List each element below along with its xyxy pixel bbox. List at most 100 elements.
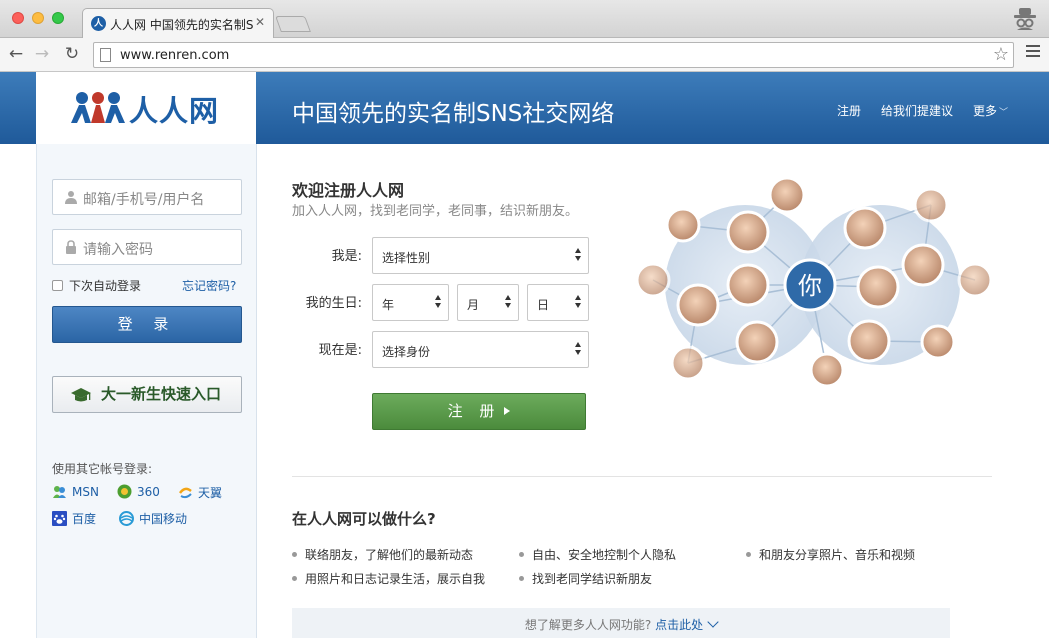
username-input[interactable]: 邮箱/手机号/用户名 [52, 179, 242, 215]
nav-more-label: 更多 [973, 104, 998, 118]
register-subtitle: 加入人人网，找到老同学，老同事，结识新朋友。 [292, 204, 579, 219]
identity-select-value: 选择身份 [382, 345, 431, 359]
learn-more-bar: 想了解更多人人网功能? 点击此处 [292, 608, 950, 638]
login-baidu[interactable]: 百度 [52, 510, 96, 527]
password-input[interactable]: 请输入密码 [52, 229, 242, 265]
logo-link[interactable]: 人人网 [36, 72, 256, 144]
tab-close-icon[interactable]: ✕ [255, 15, 265, 29]
chevron-down-icon[interactable] [707, 616, 719, 628]
birth-year-value: 年 [382, 298, 395, 312]
identity-select[interactable]: 选择身份 [372, 331, 589, 368]
feature-text: 和朋友分享照片、音乐和视频 [759, 548, 916, 562]
nav-suggest-link[interactable]: 给我们提建议 [881, 102, 953, 119]
incognito-icon [1014, 8, 1036, 30]
minimize-window-button[interactable] [32, 12, 44, 24]
remember-checkbox[interactable] [52, 280, 63, 291]
china-mobile-icon [119, 511, 134, 526]
identity-label: 现在是: [318, 343, 362, 358]
baidu-paw-icon [52, 511, 67, 526]
select-arrows-icon [505, 295, 512, 309]
renren-favicon-icon: 人 [91, 16, 106, 31]
select-arrows-icon [575, 342, 582, 356]
renren-logo-icon [71, 92, 125, 123]
login-tianyi[interactable]: 天翼 [178, 484, 222, 501]
tianyi-label: 天翼 [198, 486, 223, 500]
section-divider [292, 476, 992, 477]
msn-icon [53, 486, 66, 498]
birth-year-select[interactable]: 年 [372, 284, 449, 321]
nav-register-link[interactable]: 注册 [837, 102, 861, 119]
birthday-label: 我的生日: [305, 296, 362, 311]
url-text[interactable]: www.renren.com [120, 48, 229, 63]
feature-text: 联络朋友，了解他们的最新动态 [305, 548, 474, 562]
feature-text: 找到老同学结识新朋友 [532, 572, 653, 586]
arrow-right-icon [504, 407, 511, 415]
login-sidebar: 邮箱/手机号/用户名 请输入密码 下次自动登录 忘记密码? 登 录 大一新生快速… [36, 144, 257, 638]
browser-tab-active[interactable]: 人 人人网 中国领先的实名制SNS社交网络 ✕ [82, 8, 274, 39]
bullet-icon [292, 552, 297, 557]
birth-month-select[interactable]: 月 [457, 284, 519, 321]
hamburger-menu-icon[interactable] [1026, 45, 1040, 59]
back-arrow-icon[interactable]: ← [6, 44, 26, 64]
baidu-label: 百度 [72, 512, 97, 526]
tab-title: 人人网 中国领先的实名制SNS社交网络 [110, 18, 254, 32]
feature-item: 自由、安全地控制个人隐私 [519, 546, 676, 563]
gender-label: 我是: [331, 249, 362, 264]
bookmark-star-icon[interactable]: ☆ [993, 44, 1009, 65]
bullet-icon [746, 552, 751, 557]
register-button[interactable]: 注 册 [372, 393, 586, 430]
login-360[interactable]: 360 [117, 484, 160, 499]
select-arrows-icon [435, 295, 442, 309]
select-arrows-icon [575, 295, 582, 309]
gender-select-value: 选择性别 [382, 251, 431, 265]
login-button[interactable]: 登 录 [52, 306, 242, 343]
gender-select[interactable]: 选择性别 [372, 237, 589, 274]
nav-more-menu[interactable]: 更多 ﹀ [973, 102, 1008, 119]
site-slogan: 中国领先的实名制SNS社交网络 [292, 101, 615, 127]
browser-toolbar: ← → ↻ www.renren.com ☆ [0, 38, 1049, 72]
birth-day-value: 日 [537, 298, 550, 312]
chevron-down-icon: ﹀ [999, 108, 1009, 118]
bullet-icon [519, 552, 524, 557]
remember-label: 下次自动登录 [69, 279, 142, 293]
maximize-window-button[interactable] [52, 12, 64, 24]
address-bar[interactable]: www.renren.com ☆ [93, 42, 1014, 68]
tianyi-icon [178, 487, 192, 499]
login-msn[interactable]: MSN [52, 484, 99, 499]
feature-item: 找到老同学结识新朋友 [519, 570, 652, 587]
feature-item: 和朋友分享照片、音乐和视频 [746, 546, 915, 563]
china-mobile-label: 中国移动 [139, 512, 188, 526]
reload-icon[interactable]: ↻ [62, 44, 82, 64]
close-window-button[interactable] [12, 12, 24, 24]
feature-item: 用照片和日志记录生活，展示自我 [292, 570, 485, 587]
browser-title-bar: 人 人人网 中国领先的实名制SNS社交网络 ✕ [0, 0, 1049, 39]
feature-item: 联络朋友，了解他们的最新动态 [292, 546, 473, 563]
social-network-illustration: 你 [635, 176, 993, 388]
birth-month-value: 月 [467, 298, 480, 312]
bullet-icon [292, 576, 297, 581]
register-title: 欢迎注册人人网 [292, 181, 405, 200]
password-placeholder: 请输入密码 [83, 242, 153, 258]
forward-arrow-icon[interactable]: → [32, 44, 52, 64]
freshman-label: 大一新生快速入口 [101, 385, 222, 403]
qihoo-360-label: 360 [137, 485, 160, 499]
freshman-entry-button[interactable]: 大一新生快速入口 [52, 376, 242, 413]
learn-more-link[interactable]: 点击此处 [655, 618, 703, 632]
select-arrows-icon [575, 248, 582, 262]
birth-day-select[interactable]: 日 [527, 284, 589, 321]
user-icon [65, 191, 77, 204]
feature-text: 用照片和日志记录生活，展示自我 [305, 572, 486, 586]
graduation-cap-icon [71, 388, 91, 402]
feature-text: 自由、安全地控制个人隐私 [532, 548, 677, 562]
qihoo-360-icon [117, 484, 132, 499]
page-icon [100, 48, 111, 62]
logo-text: 人人网 [129, 94, 220, 128]
login-cmcc[interactable]: 中国移动 [119, 510, 187, 527]
remember-me[interactable]: 下次自动登录 [52, 277, 141, 294]
learn-more-text: 想了解更多人人网功能? [524, 618, 652, 632]
forgot-password-link[interactable]: 忘记密码? [182, 277, 236, 294]
new-tab-button[interactable] [275, 16, 311, 32]
center-you-label: 你 [798, 272, 822, 300]
msn-label: MSN [72, 485, 99, 499]
register-button-label: 注 册 [447, 402, 501, 420]
